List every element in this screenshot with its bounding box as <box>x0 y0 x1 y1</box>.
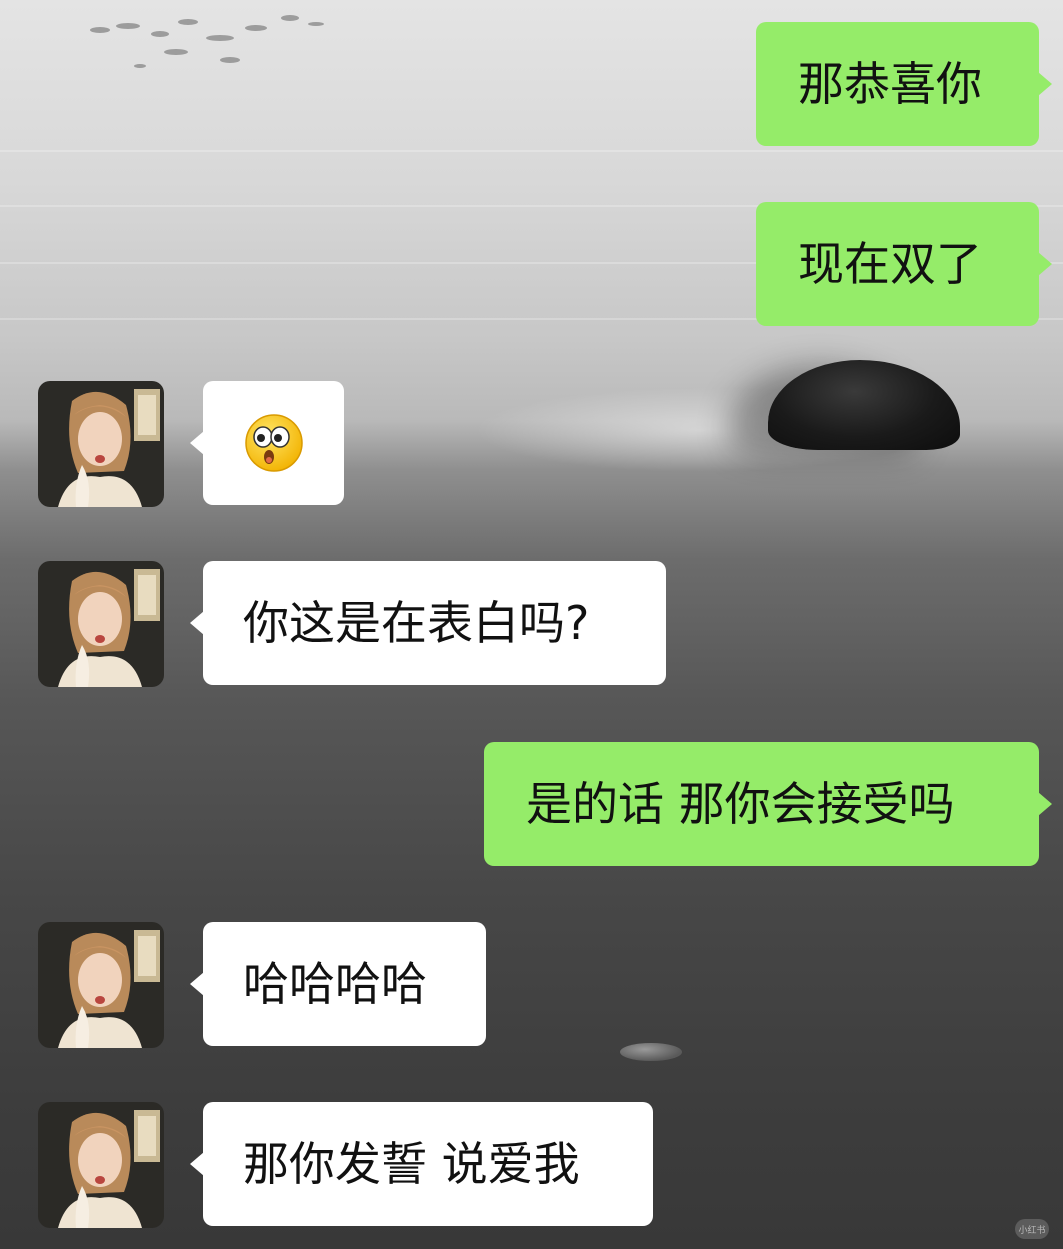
sand-ripple <box>0 150 1063 152</box>
outgoing-message-bubble[interactable]: 现在双了 <box>756 202 1052 326</box>
message-text: 你这是在表白吗? <box>243 596 590 650</box>
outgoing-message-bubble[interactable]: 是的话 那你会接受吗 <box>484 742 1052 866</box>
footprints-decoration <box>90 15 324 68</box>
contact-avatar[interactable] <box>38 561 164 687</box>
incoming-message-bubble[interactable]: 哈哈哈哈 <box>190 922 486 1046</box>
avatar-image <box>38 1102 164 1228</box>
incoming-message-bubble[interactable] <box>190 381 344 505</box>
message-text: 哈哈哈哈 <box>243 957 427 1011</box>
contact-avatar[interactable] <box>38 922 164 1048</box>
avatar-image <box>38 561 164 687</box>
surprised-face-emoji-icon <box>244 414 303 472</box>
outgoing-message-bubble[interactable]: 那恭喜你 <box>756 22 1052 146</box>
incoming-message-bubble[interactable]: 你这是在表白吗? <box>190 561 666 685</box>
pebble-decoration <box>620 1043 682 1061</box>
message-text: 那你发誓 说爱我 <box>243 1137 580 1191</box>
watermark-badge: 小红书 <box>1015 1219 1049 1239</box>
watermark-label: 小红书 <box>1018 1225 1046 1236</box>
avatar-image <box>38 922 164 1048</box>
message-text: 是的话 那你会接受吗 <box>526 777 955 831</box>
contact-avatar[interactable] <box>38 1102 164 1228</box>
contact-avatar[interactable] <box>38 381 164 507</box>
rock-decoration <box>768 360 960 450</box>
incoming-message-bubble[interactable]: 那你发誓 说爱我 <box>190 1102 653 1226</box>
message-text: 那恭喜你 <box>798 57 982 111</box>
avatar-image <box>38 381 164 507</box>
message-text: 现在双了 <box>798 237 982 291</box>
